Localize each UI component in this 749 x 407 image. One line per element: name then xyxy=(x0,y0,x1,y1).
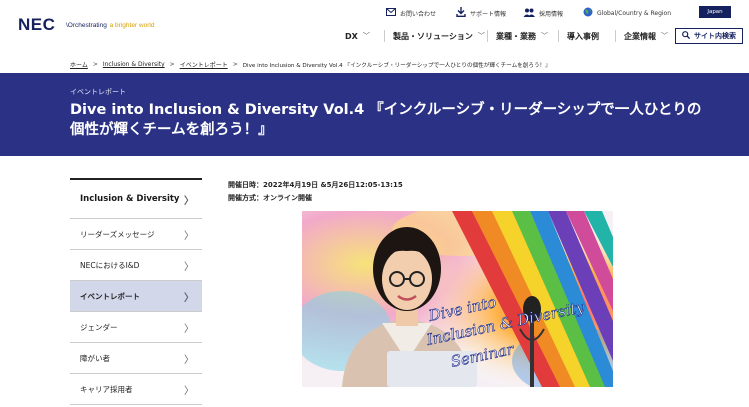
chevron-down-icon: ﹀ xyxy=(362,32,370,40)
site-header: NEC \Orchestrating a brighter world お問い合… xyxy=(0,0,749,52)
download-icon xyxy=(456,7,466,19)
breadcrumb-home[interactable]: ホーム xyxy=(70,60,88,69)
chevron-right-icon: 〉 xyxy=(184,354,194,366)
brand-tagline: \Orchestrating a brighter world xyxy=(66,22,155,29)
chevron-right-icon: 〉 xyxy=(184,323,194,335)
sidebar-item-career-hires[interactable]: キャリア採用者 〉 xyxy=(70,374,202,405)
hero-eyebrow: イベントレポート xyxy=(70,88,126,96)
chevron-down-icon: ﹀ xyxy=(477,32,485,40)
gnav-industry[interactable]: 業種・業務 ﹀ xyxy=(496,26,548,46)
sidebar-item-leaders-message[interactable]: リーダーズメッセージ 〉 xyxy=(70,219,202,250)
chevron-right-icon: 〉 xyxy=(184,195,194,207)
breadcrumb-separator: > xyxy=(169,61,175,68)
gnav-divider xyxy=(384,30,385,42)
sidebar-item-gender[interactable]: ジェンダー 〉 xyxy=(70,312,202,343)
page-title: Dive into Inclusion & Diversity Vol.4 『イ… xyxy=(70,102,702,138)
breadcrumb-separator: > xyxy=(232,61,238,68)
globe-icon xyxy=(583,7,593,19)
gnav-divider xyxy=(487,30,488,42)
breadcrumb-current: Dive into Inclusion & Diversity Vol.4 『イ… xyxy=(242,62,551,69)
sidebar-item-event-report[interactable]: イベントレポート 〉 xyxy=(70,281,202,312)
breadcrumb-event-report[interactable]: イベントレポート xyxy=(180,60,228,69)
gnav-case-studies[interactable]: 導入事例 xyxy=(567,26,599,46)
mail-icon xyxy=(386,8,396,18)
gnav-dx[interactable]: DX ﹀ xyxy=(345,26,370,46)
chevron-down-icon: ﹀ xyxy=(661,32,668,40)
careers-link[interactable]: 採用情報 xyxy=(523,6,563,20)
chevron-down-icon: ﹀ xyxy=(541,32,548,40)
event-date: 開催日時：2022年4月19日 &5月26日12:05-13:15 xyxy=(228,181,403,189)
nec-logo[interactable]: NEC xyxy=(18,15,55,35)
gnav-divider xyxy=(615,30,616,42)
people-icon xyxy=(523,8,535,19)
chevron-right-icon: 〉 xyxy=(184,385,194,397)
gnav-divider xyxy=(558,30,559,42)
gnav-company[interactable]: 企業情報 ﹀ xyxy=(624,26,668,46)
breadcrumb-inclusion-diversity[interactable]: Inclusion & Diversity xyxy=(103,61,165,68)
site-search-button[interactable]: サイト内検索 xyxy=(675,28,743,44)
event-photo-illustration: Dive into Inclusion & Diversity Seminar xyxy=(302,211,613,387)
chevron-right-icon: 〉 xyxy=(184,292,194,304)
sidebar-heading[interactable]: Inclusion & Diversity 〉 xyxy=(70,178,202,219)
language-button[interactable]: Japan xyxy=(699,6,731,18)
event-format: 開催方式：オンライン開催 xyxy=(228,194,312,202)
chevron-right-icon: 〉 xyxy=(184,261,194,273)
gnav-products[interactable]: 製品・ソリューション ﹀ xyxy=(393,26,485,46)
global-link[interactable]: Global/Country & Region xyxy=(583,6,671,20)
event-photo: Dive into Inclusion & Diversity Seminar xyxy=(302,211,613,387)
sidebar-nav: Inclusion & Diversity 〉 リーダーズメッセージ 〉 NEC… xyxy=(70,178,202,405)
page-hero: イベントレポート Dive into Inclusion & Diversity… xyxy=(0,73,749,156)
breadcrumb: ホーム > Inclusion & Diversity > イベントレポート >… xyxy=(70,60,551,69)
search-icon xyxy=(682,31,691,41)
support-link[interactable]: サポート情報 xyxy=(456,6,506,20)
contact-link[interactable]: お問い合わせ xyxy=(386,6,436,20)
chevron-right-icon: 〉 xyxy=(184,230,194,242)
sidebar-item-nec-id[interactable]: NECにおけるI&D 〉 xyxy=(70,250,202,281)
breadcrumb-separator: > xyxy=(92,61,98,68)
sidebar-item-disability[interactable]: 障がい者 〉 xyxy=(70,343,202,374)
